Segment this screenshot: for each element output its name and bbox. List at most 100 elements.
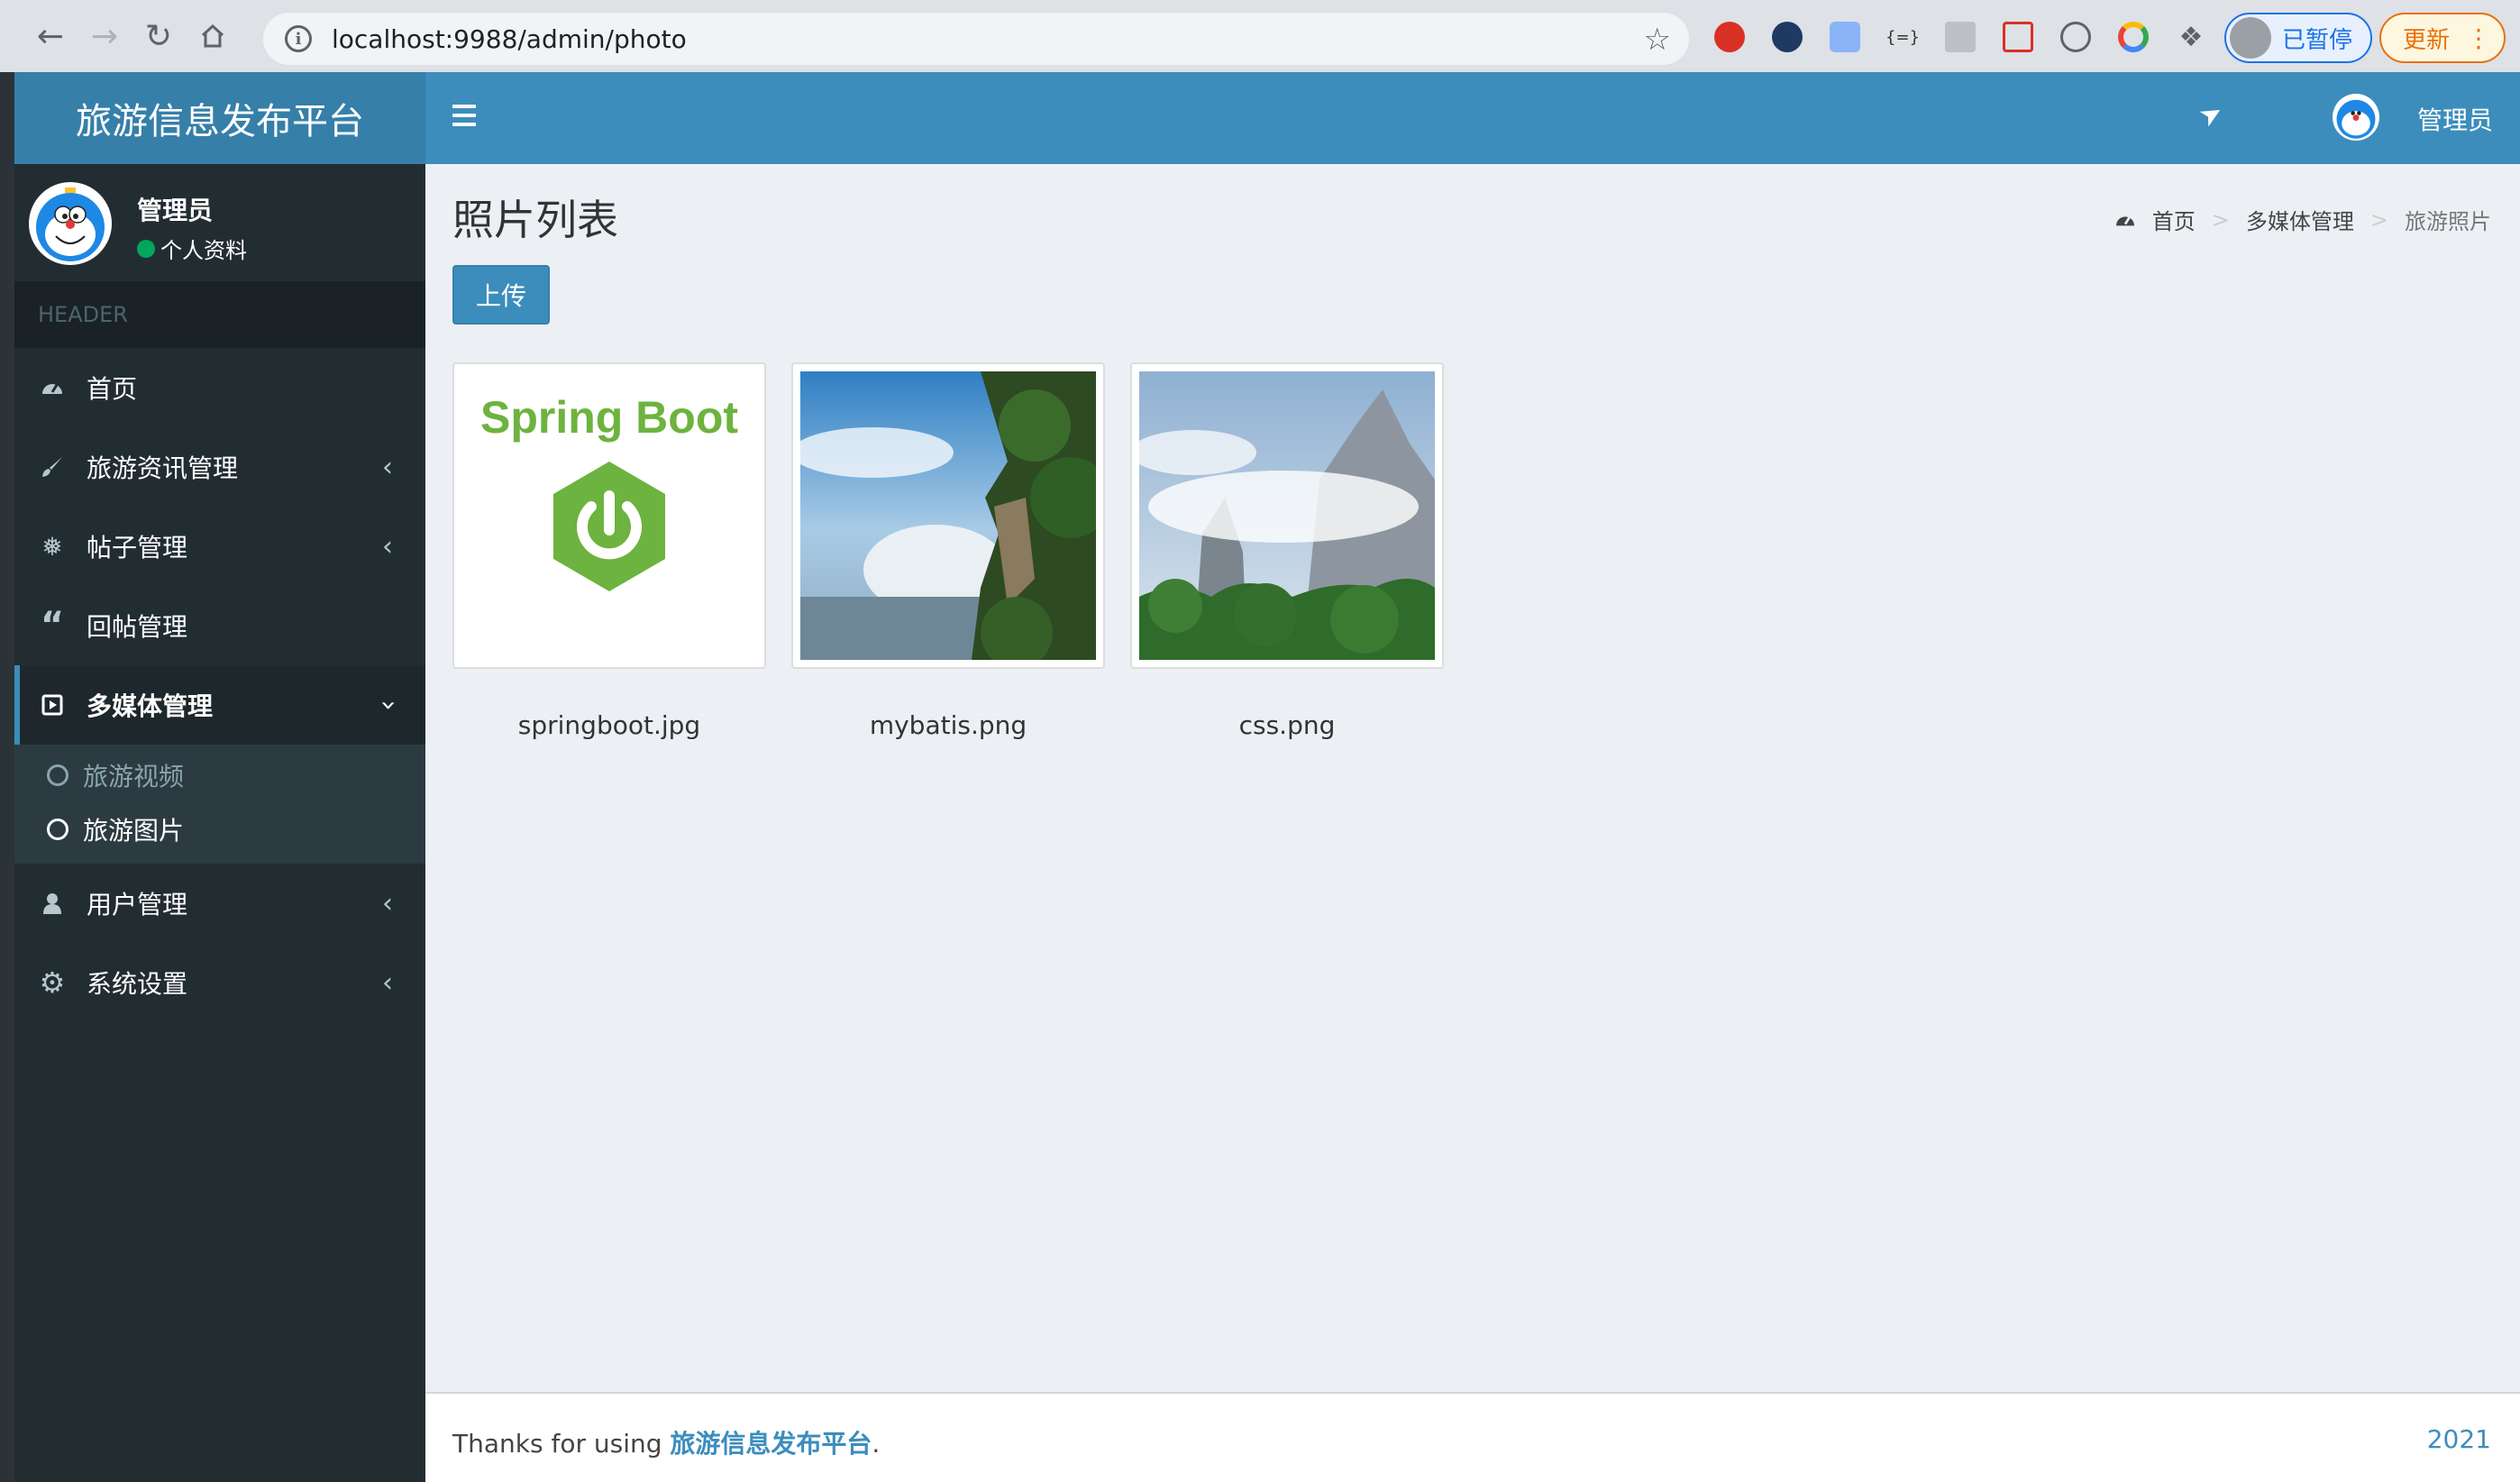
play-square-icon — [36, 694, 68, 716]
page-title: 照片列表 — [452, 196, 618, 244]
extension-translate-icon[interactable] — [1830, 22, 1860, 52]
gear-icon: ⚙ — [39, 965, 66, 1000]
sidebar-item-multimedia[interactable]: 多媒体管理 ‹ — [14, 665, 425, 745]
user-name: 管理员 — [137, 196, 214, 225]
footer-text: Thanks for using 旅游信息发布平台. — [452, 1424, 880, 1460]
circle-icon — [47, 819, 68, 840]
brush-icon — [36, 455, 68, 479]
sidebar-item-label: 帖子管理 — [87, 533, 188, 563]
update-label: 更新 — [2403, 26, 2451, 54]
upload-button[interactable]: 上传 — [452, 265, 550, 325]
profile-paused-button[interactable]: 已暂停 — [2224, 13, 2372, 63]
mountain-landscape-image — [1139, 371, 1435, 660]
snowflake-icon: ❅ — [41, 531, 63, 562]
quote-icon: “ — [40, 605, 65, 646]
back-icon[interactable]: ← — [25, 11, 76, 61]
extension-sitemap-icon[interactable] — [2003, 22, 2033, 52]
springboot-image: Spring Boot — [461, 371, 757, 660]
online-status-icon — [137, 239, 155, 258]
user-icon — [36, 892, 68, 914]
multimedia-submenu: 旅游视频 旅游图片 — [14, 745, 425, 864]
footer-prefix: Thanks for using — [452, 1429, 671, 1459]
breadcrumb: 首页 > 多媒体管理 > 旅游照片 — [2114, 204, 2491, 235]
url-text: localhost:9988/admin/photo — [332, 23, 687, 54]
chevron-left-icon: ‹ — [382, 887, 393, 919]
navbar-avatar[interactable] — [2333, 94, 2379, 141]
extension-adblock-icon[interactable] — [1714, 22, 1745, 52]
footer: Thanks for using 旅游信息发布平台. 2021 — [425, 1392, 2520, 1482]
breadcrumb-separator: > — [2369, 206, 2388, 233]
profile-link-label: 个人资料 — [160, 238, 247, 263]
photo-card[interactable]: mybatis.png — [791, 362, 1105, 740]
location-arrow-icon[interactable]: ➤ — [2194, 96, 2229, 134]
sidebar-toggle-icon[interactable] — [452, 105, 476, 126]
photo-caption: springboot.jpg — [517, 710, 701, 740]
sidebar-item-label: 首页 — [87, 374, 138, 404]
dashboard-icon — [36, 378, 68, 398]
sidebar-item-replies[interactable]: “ 回帖管理 — [14, 586, 425, 665]
app-logo[interactable]: 旅游信息发布平台 — [14, 72, 425, 164]
footer-year: 2021 — [2426, 1424, 2491, 1454]
profile-link[interactable]: 个人资料 — [137, 233, 247, 264]
submenu-item-label: 旅游图片 — [83, 816, 185, 846]
footer-suffix: . — [872, 1429, 881, 1459]
photo-card[interactable]: css.png — [1130, 362, 1444, 740]
submenu-item-label: 旅游视频 — [83, 762, 185, 791]
photo-caption: mybatis.png — [869, 710, 1027, 740]
submenu-item-travel-videos[interactable]: 旅游视频 — [14, 748, 425, 802]
breadcrumb-multimedia[interactable]: 多媒体管理 — [2246, 204, 2354, 235]
cliff-landscape-image — [800, 371, 1096, 660]
extension-colorwheel-icon[interactable] — [2118, 22, 2149, 52]
desktop-edge — [0, 72, 14, 1482]
footer-link[interactable]: 旅游信息发布平台 — [670, 1429, 872, 1459]
extensions-puzzle-icon[interactable]: ❖ — [2176, 22, 2206, 53]
sidebar: 旅游信息发布平台 管理员 个人资料 HEADER 首页 旅游资讯管理 ‹ ❅ 帖… — [14, 72, 425, 1482]
sidebar-item-travel-news[interactable]: 旅游资讯管理 ‹ — [14, 427, 425, 507]
browser-toolbar: ← → ↻ i localhost:9988/admin/photo ☆ {=}… — [0, 0, 2520, 72]
menu-header: HEADER — [14, 281, 425, 348]
update-button[interactable]: 更新 ⋮ — [2379, 13, 2506, 63]
navbar-user-name[interactable]: 管理员 — [2417, 101, 2493, 137]
sidebar-item-users[interactable]: 用户管理 ‹ — [14, 864, 425, 943]
photo-thumbnail[interactable]: Spring Boot — [452, 362, 766, 669]
sidebar-item-posts[interactable]: ❅ 帖子管理 ‹ — [14, 507, 425, 586]
extension-json-icon[interactable]: {=} — [1885, 22, 1920, 52]
extension-link-icon[interactable] — [2060, 22, 2091, 52]
extension-check-icon[interactable] — [1772, 22, 1803, 52]
breadcrumb-current: 旅游照片 — [2405, 209, 2491, 234]
sidebar-item-label: 用户管理 — [87, 890, 188, 919]
chevron-down-icon: ‹ — [371, 700, 404, 710]
sidebar-item-label: 多媒体管理 — [87, 691, 214, 721]
breadcrumb-home[interactable]: 首页 — [2152, 204, 2196, 235]
home-icon[interactable] — [187, 11, 238, 61]
main-content: 照片列表 首页 > 多媒体管理 > 旅游照片 上传 Spring Boot sp… — [425, 164, 2520, 1392]
sidebar-item-home[interactable]: 首页 — [14, 348, 425, 427]
sidebar-item-settings[interactable]: ⚙ 系统设置 ‹ — [14, 943, 425, 1022]
user-avatar — [29, 182, 112, 265]
sidebar-item-label: 旅游资讯管理 — [87, 453, 239, 483]
sidebar-item-label: 回帖管理 — [87, 612, 188, 642]
photo-card[interactable]: Spring Boot springboot.jpg — [452, 362, 766, 740]
dashboard-icon — [2114, 211, 2136, 229]
reload-icon[interactable]: ↻ — [133, 11, 184, 61]
bookmark-star-icon[interactable]: ☆ — [1644, 22, 1671, 58]
photo-thumbnail[interactable] — [791, 362, 1105, 669]
user-panel: 管理员 个人资料 — [14, 164, 425, 281]
submenu-item-travel-photos[interactable]: 旅游图片 — [14, 802, 425, 856]
extension-shield-icon[interactable] — [1945, 22, 1976, 52]
more-vert-icon: ⋮ — [2466, 23, 2492, 53]
chevron-left-icon: ‹ — [382, 966, 393, 999]
top-navbar: ➤ 管理员 — [425, 72, 2520, 164]
photo-caption: css.png — [1238, 710, 1336, 740]
breadcrumb-separator: > — [2211, 206, 2230, 233]
info-icon[interactable]: i — [285, 25, 312, 52]
sidebar-item-label: 系统设置 — [87, 969, 188, 999]
photo-thumbnail[interactable] — [1130, 362, 1444, 669]
profile-avatar — [2230, 17, 2271, 59]
forward-icon[interactable]: → — [79, 11, 130, 61]
circle-icon — [47, 764, 68, 786]
paused-label: 已暂停 — [2282, 26, 2353, 54]
chevron-left-icon: ‹ — [382, 451, 393, 483]
chevron-left-icon: ‹ — [382, 530, 393, 563]
address-bar[interactable]: i localhost:9988/admin/photo ☆ — [263, 13, 1689, 65]
